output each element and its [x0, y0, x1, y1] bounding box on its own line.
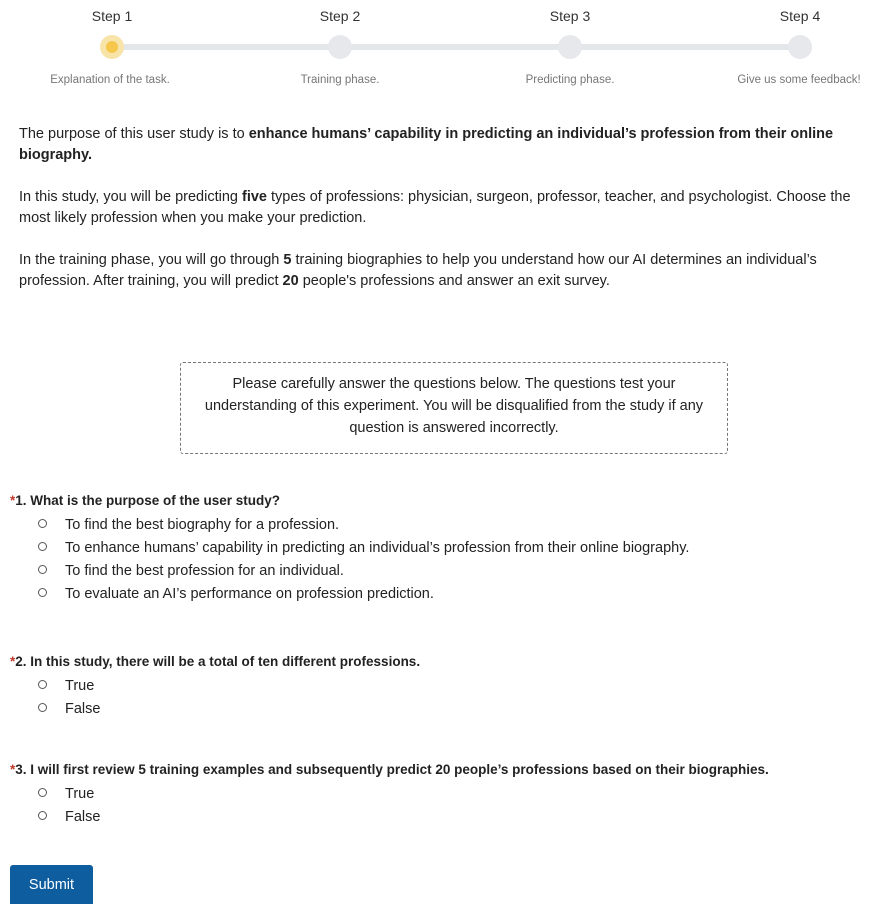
step-4-indicator [788, 35, 812, 59]
question-1-option-2[interactable]: To enhance humans’ capability in predict… [10, 538, 869, 561]
professions-paragraph: In this study, you will be predicting fi… [19, 189, 851, 226]
radio-button[interactable] [38, 788, 47, 797]
question-3-option-false[interactable]: False [10, 807, 869, 830]
question-2-option-false[interactable]: False [10, 699, 869, 722]
radio-button[interactable] [38, 519, 47, 528]
question-2: *2. In this study, there will be a total… [10, 654, 869, 722]
disqualification-notice: Please carefully answer the questions be… [180, 362, 728, 454]
submit-button[interactable]: Submit [10, 865, 93, 904]
training-paragraph: In the training phase, you will go throu… [19, 252, 817, 289]
stepper-track [112, 44, 800, 50]
step-1-indicator [100, 35, 124, 59]
progress-stepper: Step 1 Step 2 Step 3 Step 4 Explanation … [0, 0, 869, 100]
step-4-subtitle: Give us some feedback! [737, 74, 861, 86]
step-3-title: Step 3 [549, 8, 591, 24]
purpose-paragraph: The purpose of this user study is to enh… [19, 126, 834, 163]
question-3: *3. I will first review 5 training examp… [10, 762, 869, 830]
question-1-option-3[interactable]: To find the best profession for an indiv… [10, 561, 869, 584]
question-1-title: *1. What is the purpose of the user stud… [10, 493, 281, 508]
step-3-subtitle: Predicting phase. [525, 74, 615, 86]
step-1-title: Step 1 [91, 8, 133, 24]
question-1-option-4[interactable]: To evaluate an AI’s performance on profe… [10, 584, 869, 607]
step-1-subtitle: Explanation of the task. [50, 74, 170, 86]
radio-button[interactable] [38, 542, 47, 551]
question-2-title: *2. In this study, there will be a total… [10, 654, 421, 669]
step-2-title: Step 2 [319, 8, 361, 24]
step-2-subtitle: Training phase. [300, 74, 380, 86]
step-2-indicator [328, 35, 352, 59]
instructions: The purpose of this user study is to enh… [19, 124, 864, 313]
question-3-title: *3. I will first review 5 training examp… [10, 762, 769, 777]
question-1-option-1[interactable]: To find the best biography for a profess… [10, 515, 869, 538]
radio-button[interactable] [38, 588, 47, 597]
radio-button[interactable] [38, 565, 47, 574]
question-3-option-true[interactable]: True [10, 784, 869, 807]
question-1: *1. What is the purpose of the user stud… [10, 493, 869, 607]
step-3-indicator [558, 35, 582, 59]
radio-button[interactable] [38, 811, 47, 820]
question-2-option-true[interactable]: True [10, 676, 869, 699]
step-4-title: Step 4 [779, 8, 821, 24]
radio-button[interactable] [38, 703, 47, 712]
radio-button[interactable] [38, 680, 47, 689]
